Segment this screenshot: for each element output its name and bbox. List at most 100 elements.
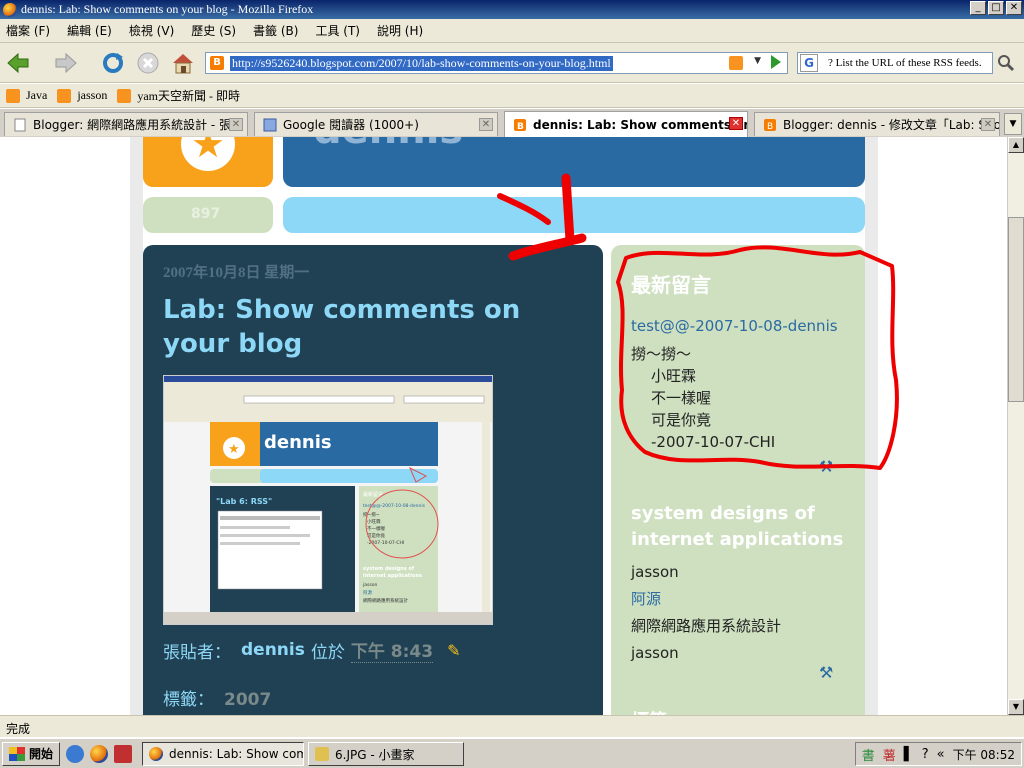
rss-feed-icon[interactable] — [729, 56, 743, 70]
blogger-icon: B — [514, 118, 526, 132]
scrollbar-thumb[interactable] — [1008, 217, 1024, 402]
tab-dennis-blog[interactable]: B dennis: Lab: Show comments on ... ✕ — [504, 111, 748, 137]
post-column: 2007年10月8日 星期一 Lab: Show comments on you… — [143, 245, 603, 715]
forward-arrow-icon[interactable] — [52, 51, 78, 75]
svg-text:撈~撈~: 撈~撈~ — [363, 511, 380, 518]
reload-icon[interactable] — [100, 51, 126, 75]
ime-mode-icon[interactable]: 薯 — [883, 745, 896, 764]
menu-bookmarks[interactable]: 書籤 (B) — [253, 22, 298, 39]
scroll-up-icon[interactable]: ▲ — [1008, 137, 1024, 153]
svg-text:可是你竟: 可是你竟 — [367, 532, 385, 539]
minimize-button[interactable]: _ — [970, 1, 986, 15]
live-bookmark-icon — [6, 88, 20, 103]
taskbar-clock: 下午 08:52 — [952, 747, 1015, 762]
home-icon[interactable] — [170, 51, 196, 75]
stop-icon[interactable] — [135, 51, 161, 75]
paint-icon — [315, 747, 329, 761]
menu-history[interactable]: 歷史 (S) — [191, 22, 236, 39]
ie-quicklaunch-icon[interactable] — [66, 744, 85, 763]
svg-text:dennis: dennis — [264, 432, 332, 453]
post-date: 2007年10月8日 星期一 — [163, 265, 310, 281]
tab-blogger-course[interactable]: Blogger: 網際網路應用系統設計 - 張... ✕ — [4, 112, 248, 136]
comment-line: -2007-10-07-CHI — [651, 433, 776, 451]
url-bar[interactable]: B http://s9526240.blogspot.com/2007/10/l… — [205, 52, 788, 74]
firefox-icon — [3, 2, 17, 17]
page-content: ★ dennis 897 2007年10月8日 星期一 Lab: Show co… — [0, 137, 1007, 715]
navigation-toolbar: B http://s9526240.blogspot.com/2007/10/l… — [0, 43, 1024, 83]
tray-expand-icon[interactable]: « — [937, 747, 945, 762]
comment-line: 可是你竟 — [651, 411, 712, 429]
menu-file[interactable]: 檔案 (F) — [6, 22, 50, 39]
star-icon: ★ — [181, 137, 235, 171]
svg-text:internet applications: internet applications — [363, 573, 422, 579]
tab-google-reader[interactable]: Google 閱讀器 (1000+) ✕ — [254, 112, 498, 136]
post-title[interactable]: Lab: Show comments on your blog — [163, 293, 593, 361]
taskbar-firefox-window[interactable]: dennis: Lab: Show comme... — [142, 742, 304, 766]
google-search-engine-icon[interactable]: G — [800, 54, 818, 72]
tab-close-icon[interactable]: ✕ — [981, 118, 995, 131]
svg-text:B: B — [517, 122, 524, 132]
maximize-button[interactable]: □ — [988, 1, 1004, 15]
firefox-quicklaunch-icon[interactable] — [90, 744, 109, 763]
url-dropdown-icon[interactable]: ▼ — [754, 56, 761, 66]
menu-edit[interactable]: 編輯 (E) — [67, 22, 112, 39]
page-icon — [14, 118, 26, 131]
post-author-link[interactable]: dennis — [241, 640, 305, 660]
google-reader-icon — [263, 118, 277, 131]
bookmark-label: yam天空新聞 - 即時 — [137, 89, 240, 103]
menu-help[interactable]: 說明 (H) — [377, 22, 423, 39]
back-arrow-icon[interactable] — [6, 51, 32, 75]
tab-label: Blogger: 網際網路應用系統設計 - 張... — [33, 118, 243, 132]
bookmark-jasson[interactable]: jasson — [57, 88, 107, 103]
blog-title[interactable]: dennis — [313, 137, 463, 153]
search-magnifier-icon[interactable] — [995, 52, 1017, 74]
app-quicklaunch-icon[interactable] — [114, 744, 133, 763]
scroll-down-icon[interactable]: ▼ — [1008, 699, 1024, 715]
bookmark-java[interactable]: Java — [6, 88, 47, 103]
list-item[interactable]: jasson — [631, 640, 781, 667]
post-screenshot-image[interactable]: ★ dennis "Lab 6: RSS" 最新留言 test@@-2007-1… — [163, 375, 493, 625]
search-box[interactable]: G ? List the URL of these RSS feeds. — [797, 52, 993, 74]
start-label: 開始 — [29, 747, 54, 761]
blog-page: ★ dennis 897 2007年10月8日 星期一 Lab: Show co… — [130, 137, 878, 715]
input-method-icon[interactable]: 書 — [862, 745, 875, 764]
edit-pencil-icon[interactable]: ✎ — [447, 641, 460, 660]
svg-text:小旺霖: 小旺霖 — [367, 518, 381, 525]
comment-line: 不一樣喔 — [651, 389, 712, 407]
list-item[interactable]: jasson — [631, 559, 781, 586]
tab-blogger-edit-post[interactable]: B Blogger: dennis - 修改文章「Lab: Sho... ✕ — [754, 112, 1000, 136]
svg-text:system designs of: system designs of — [363, 566, 415, 572]
tab-close-icon[interactable]: ✕ — [729, 117, 743, 130]
tab-list-dropdown-icon[interactable]: ▼ — [1004, 113, 1022, 135]
bookmark-yam-news[interactable]: yam天空新聞 - 即時 — [117, 87, 240, 104]
menu-tools[interactable]: 工具 (T) — [315, 22, 360, 39]
quick-edit-tools-icon[interactable]: ⚒ — [819, 663, 833, 682]
quick-edit-tools-icon[interactable]: ⚒ — [819, 457, 833, 476]
list-item[interactable]: 網際網路應用系統設計 — [631, 613, 781, 640]
search-input[interactable]: ? List the URL of these RSS feeds. — [828, 57, 982, 69]
close-button[interactable]: ✕ — [1006, 1, 1022, 15]
vertical-scrollbar[interactable]: ▲ ▼ — [1007, 137, 1024, 715]
svg-text:★: ★ — [228, 442, 240, 457]
recent-comment-link[interactable]: test@@-2007-10-08-dennis — [631, 317, 838, 335]
svg-text:jasson: jasson — [362, 582, 377, 588]
taskbar-paint-window[interactable]: 6.JPG - 小畫家 — [308, 742, 464, 766]
bookmark-label: jasson — [77, 88, 108, 102]
url-text[interactable]: http://s9526240.blogspot.com/2007/10/lab… — [230, 55, 613, 71]
blog-header[interactable]: dennis — [283, 137, 865, 187]
tab-close-icon[interactable]: ✕ — [229, 118, 243, 131]
post-timestamp-link[interactable]: 下午 8:43 — [350, 637, 434, 663]
recent-comment-body: 撈～撈～ 小旺霖 不一樣喔 可是你竟 -2007-10-07-CHI — [631, 343, 775, 453]
display-icon[interactable]: ▌ — [904, 747, 914, 762]
menu-view[interactable]: 檢視 (V) — [129, 22, 174, 39]
post-footer: 張貼者： dennis 位於 下午 8:43 ✎ — [163, 637, 460, 663]
labels-label: 標籤： — [163, 690, 214, 710]
list-item[interactable]: 阿源 — [631, 586, 781, 613]
window-title: dennis: Lab: Show comments on your blog … — [21, 2, 314, 16]
label-link[interactable]: 2007 — [224, 690, 271, 710]
links-list: jasson 阿源 網際網路應用系統設計 jasson — [631, 559, 781, 667]
go-arrow-icon[interactable] — [771, 55, 781, 69]
start-button[interactable]: 開始 — [2, 741, 61, 766]
tab-close-icon[interactable]: ✕ — [479, 118, 493, 131]
help-icon[interactable]: ? — [922, 747, 929, 762]
